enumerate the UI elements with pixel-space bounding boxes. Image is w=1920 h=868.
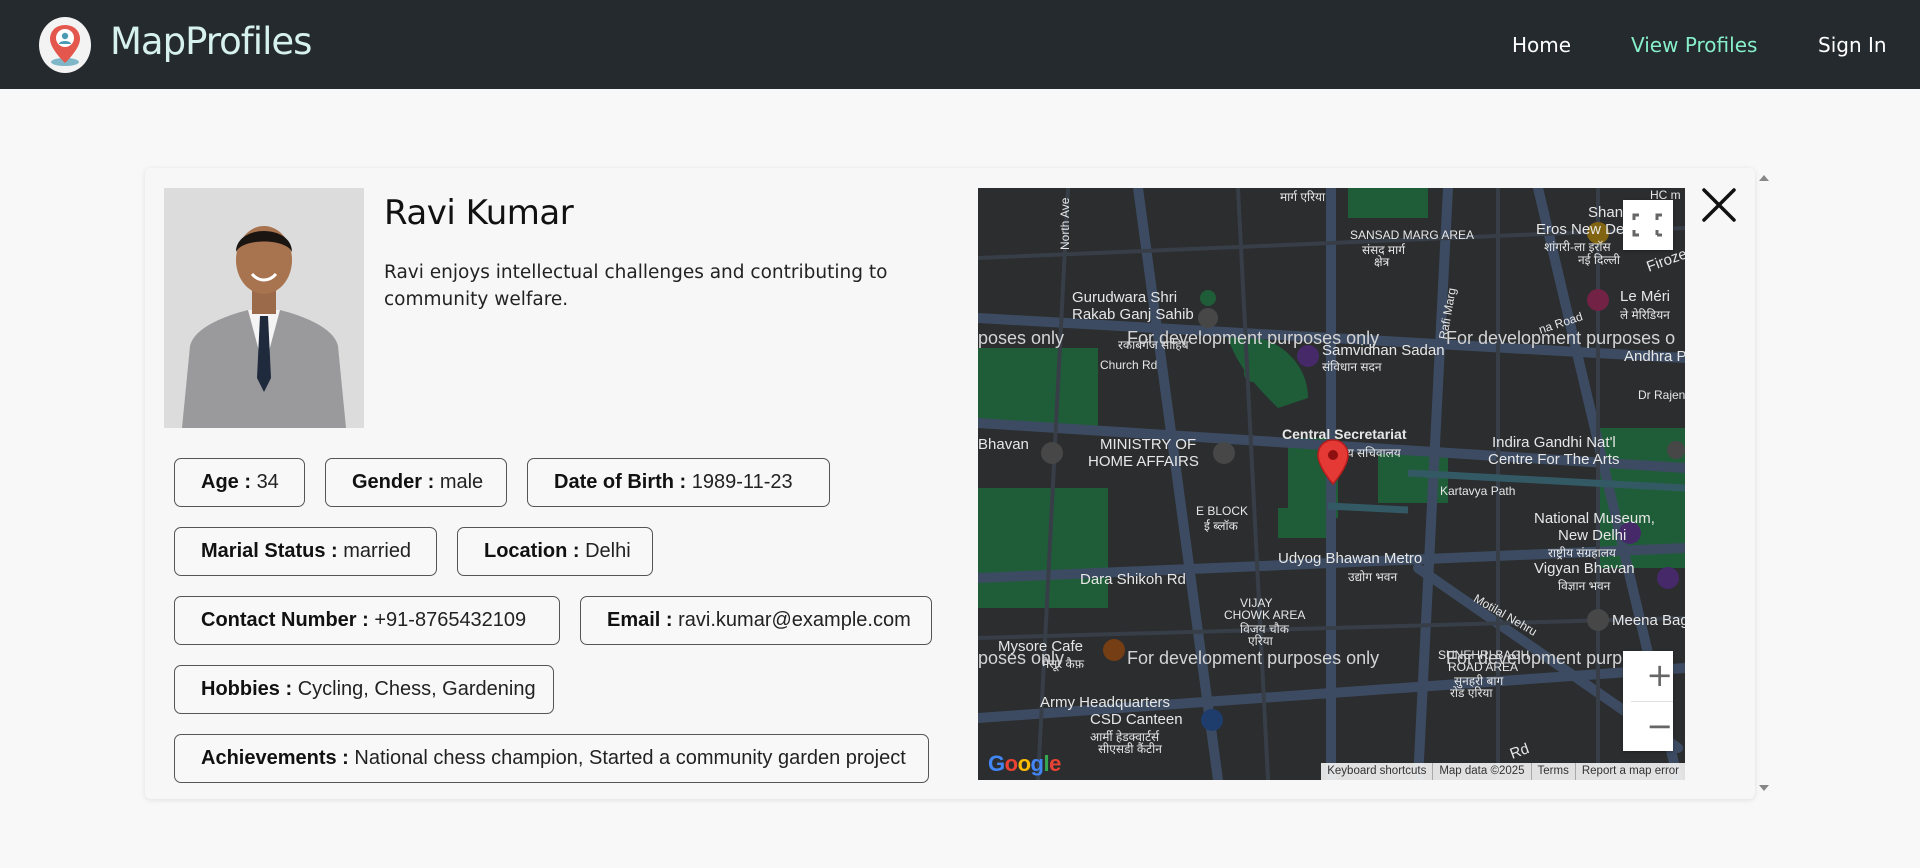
nav-view-profiles[interactable]: View Profiles [1631, 33, 1757, 57]
dev-watermark: For development purposes only [1127, 648, 1380, 668]
profile-name: Ravi Kumar [384, 193, 574, 233]
map-data-text: Map data ©2025 [1432, 763, 1530, 780]
map-label: SANSAD MARG AREA [1350, 228, 1475, 242]
map-label: एरिया [1248, 634, 1273, 648]
map-footer: Keyboard shortcuts Map data ©2025 Terms … [1321, 763, 1685, 780]
dev-watermark: poses only [978, 328, 1065, 348]
fullscreen-icon [1632, 213, 1662, 237]
achievements-value: National chess champion, Started a commu… [354, 747, 906, 769]
report-map-error-link[interactable]: Report a map error [1574, 763, 1685, 780]
brand-title[interactable]: MapProfiles [110, 20, 312, 63]
person-photo-icon [164, 188, 364, 428]
nav-sign-in[interactable]: Sign In [1818, 33, 1887, 57]
marital-value: married [343, 540, 412, 562]
age-field: Age : 34 [174, 458, 305, 507]
scroll-down-arrow[interactable] [1759, 785, 1769, 791]
location-marker-icon[interactable] [1316, 438, 1350, 486]
logo[interactable] [39, 17, 91, 73]
close-button[interactable] [1700, 186, 1738, 224]
zoom-controls: + − [1623, 651, 1673, 751]
map-label: Dara Shikoh Rd [1080, 571, 1186, 588]
map-label: North Ave [1058, 197, 1072, 250]
plus-icon[interactable]: + [1623, 651, 1673, 701]
email-label: Email : [607, 609, 673, 631]
map-label: नई दिल्ली [1578, 253, 1621, 267]
email-field: Email : ravi.kumar@example.com [580, 596, 932, 645]
map-label: Army Headquarters [1040, 694, 1171, 711]
gender-label: Gender : [352, 471, 435, 493]
marital-label: Marial Status : [201, 540, 338, 562]
dob-label: Date of Birth : [554, 471, 687, 493]
terms-link[interactable]: Terms [1530, 763, 1575, 780]
map-label: New Delhi [1558, 527, 1627, 544]
dev-watermark: For development purposes only [1127, 328, 1380, 348]
map-label: Bhavan [978, 436, 1029, 453]
contact-field: Contact Number : +91-8765432109 [174, 596, 560, 645]
map-label: Dr Rajen [1638, 388, 1685, 402]
achievements-label: Achievements : [201, 747, 349, 769]
hobbies-label: Hobbies : [201, 678, 293, 700]
map-label: Gurudwara Shri [1072, 289, 1178, 306]
map-label: Indira Gandhi Nat'l [1492, 434, 1616, 451]
fullscreen-button[interactable] [1623, 200, 1673, 250]
gender-field: Gender : male [325, 458, 507, 507]
map-label: CSD Canteen [1090, 711, 1183, 728]
minus-icon[interactable]: − [1623, 702, 1673, 751]
dev-watermark: For development purp [1446, 648, 1623, 668]
dob-value: 1989-11-23 [691, 471, 793, 493]
contact-label: Contact Number : [201, 609, 369, 631]
dev-watermark: poses only [978, 648, 1065, 668]
map-label: E BLOCK [1196, 504, 1249, 518]
location-value: Delhi [585, 540, 631, 562]
google-logo[interactable]: Google [988, 751, 1061, 777]
map-label: Vigyan Bhavan [1534, 560, 1635, 577]
nav-home[interactable]: Home [1512, 33, 1571, 57]
map-label: HOME AFFAIRS [1088, 453, 1199, 470]
keyboard-shortcuts-link[interactable]: Keyboard shortcuts [1321, 763, 1432, 780]
achievements-field: Achievements : National chess champion, … [174, 734, 929, 783]
hobbies-field: Hobbies : Cycling, Chess, Gardening [174, 665, 554, 714]
contact-value: +91-8765432109 [374, 609, 527, 631]
map-label: MINISTRY OF [1100, 436, 1197, 453]
map-label: क्षेत्र [1374, 255, 1390, 269]
profile-bio: Ravi enjoys intellectual challenges and … [384, 262, 888, 310]
scroll-up-arrow[interactable] [1759, 175, 1769, 181]
email-value: ravi.kumar@example.com [678, 609, 911, 631]
map-label: रोड एरिया [1450, 686, 1493, 700]
dob-field: Date of Birth : 1989-11-23 [527, 458, 830, 507]
profile-photo [164, 188, 364, 428]
map-label: National Museum, [1534, 510, 1655, 527]
age-label: Age : [201, 471, 251, 493]
map-label: Kartavya Path [1440, 484, 1516, 498]
map-label: Andhra P [1624, 348, 1685, 365]
map-label: राष्ट्रीय संग्रहालय [1548, 546, 1616, 560]
map-label: Udyog Bhawan Metro [1278, 550, 1423, 567]
map-label: संविधान सदन [1322, 360, 1382, 374]
map-label: Church Rd [1100, 358, 1158, 372]
map-label: Meena Bagh [1612, 612, 1685, 629]
map-label: ई ब्लॉक [1204, 519, 1238, 533]
age-value: 34 [256, 471, 279, 493]
marital-status-field: Marial Status : married [174, 527, 437, 576]
map-label: Rakab Ganj Sahib [1072, 306, 1194, 323]
location-label: Location : [484, 540, 580, 562]
location-field: Location : Delhi [457, 527, 653, 576]
close-icon [1702, 188, 1736, 222]
map-label: उद्योग भवन [1348, 570, 1398, 584]
map-label: सीएसडी कैंटीन [1098, 742, 1162, 756]
map-label: Centre For The Arts [1488, 451, 1620, 468]
map-label: ले मेरिडियन [1620, 308, 1670, 322]
map[interactable]: मार्ग एरिया SANSAD MARG AREA संसद मार्ग … [978, 188, 1685, 780]
map-label: Le Méri [1620, 288, 1671, 305]
navbar: MapProfiles Home View Profiles Sign In [0, 0, 1920, 89]
gender-value: male [439, 471, 484, 493]
map-label: विज्ञान भवन [1558, 579, 1611, 593]
map-pin-profile-icon [50, 25, 80, 66]
dev-watermark: For development purposes o [1446, 328, 1676, 348]
map-label: मार्ग एरिया [1280, 190, 1326, 204]
hobbies-value: Cycling, Chess, Gardening [297, 678, 536, 700]
